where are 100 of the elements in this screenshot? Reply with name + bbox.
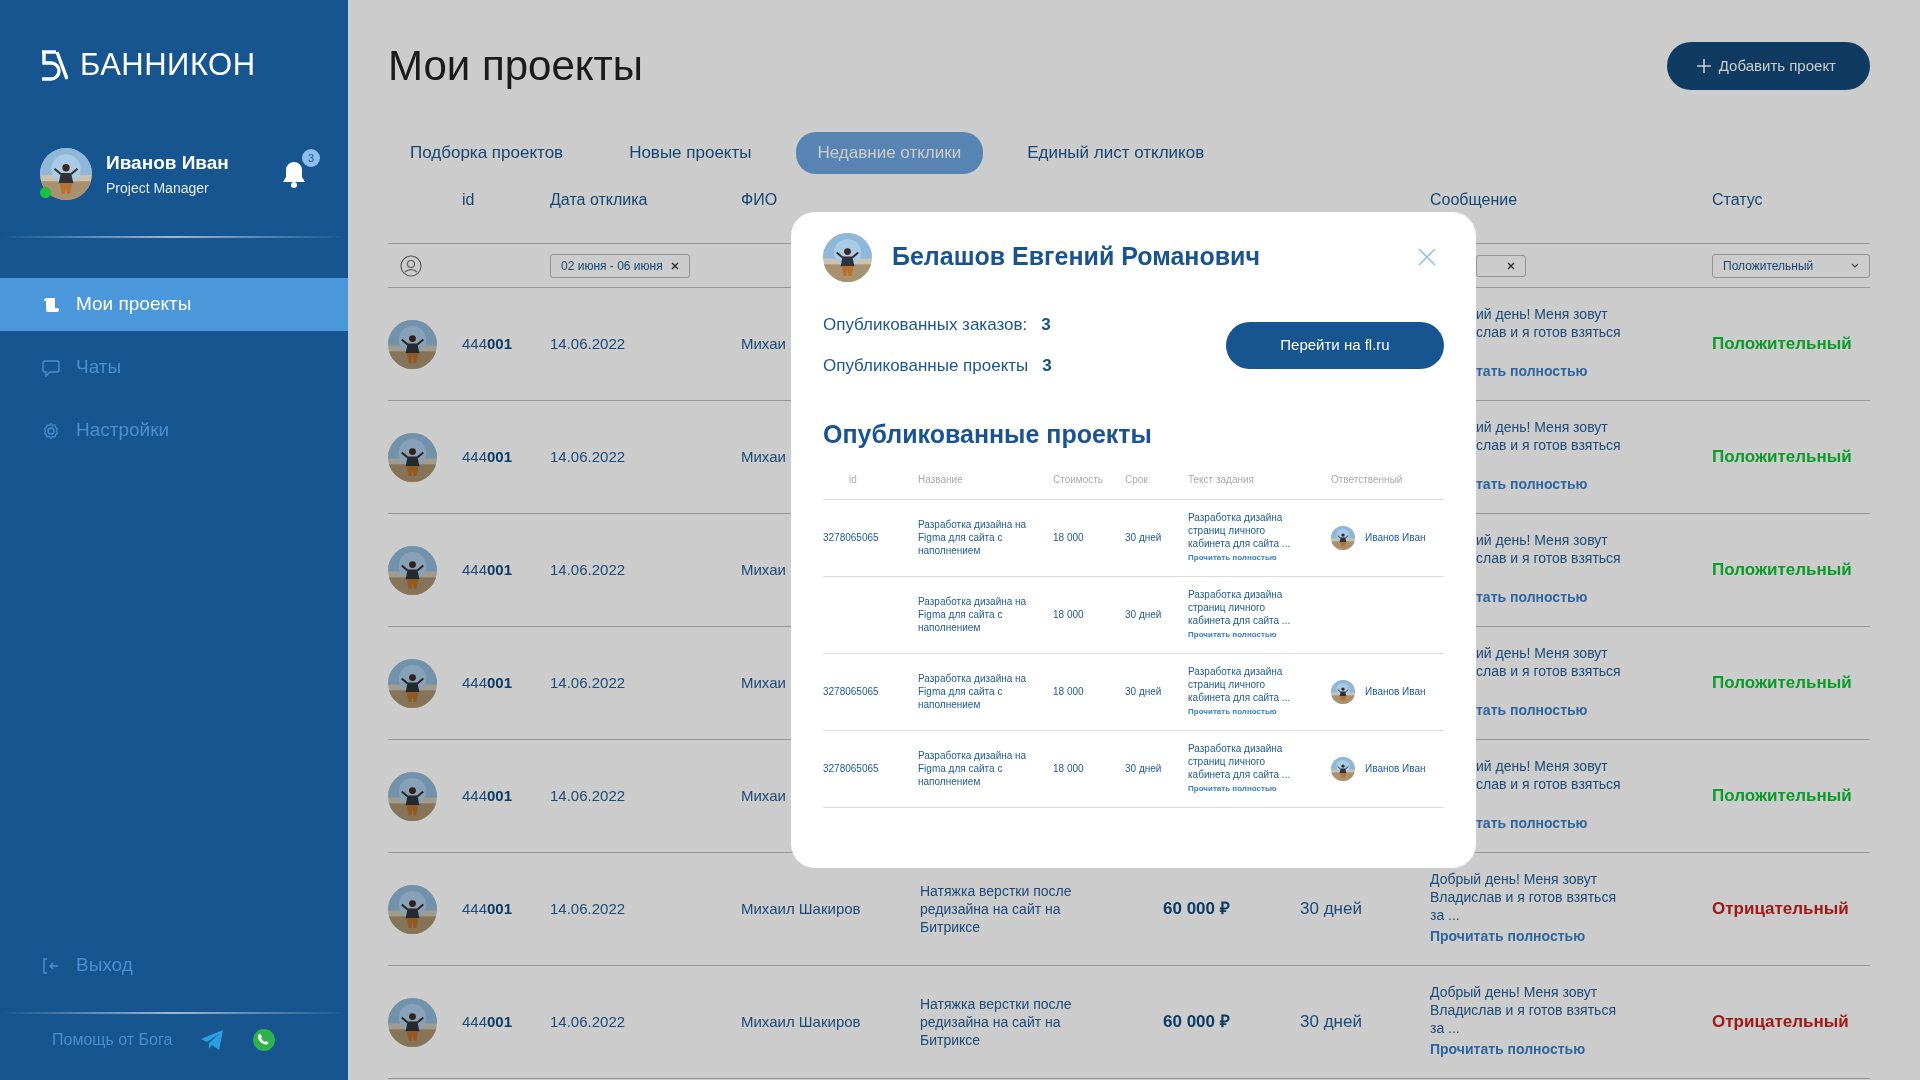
message-text: ий день! Меня зовут слав и я готов взяться	[1476, 644, 1622, 682]
column-header: Текст задания	[1188, 472, 1256, 487]
help-text: Помощь от Бога	[52, 1030, 173, 1050]
date-filter-chip[interactable]: 02 июня - 06 июня	[550, 253, 690, 278]
read-more-link[interactable]: Прочитать полностью	[1188, 784, 1277, 793]
bell-icon	[280, 159, 308, 189]
table-cell-text: Михаи	[741, 446, 786, 467]
task-text: Разработка дизайна страниц личного кабинета для сайта ...	[1188, 588, 1292, 627]
table-cell-text: Натяжка верстки после редизайна на сайт на Битриксе	[920, 882, 1073, 936]
table-cell-text: 30 дней	[1125, 762, 1163, 775]
status-select[interactable]: Положительный	[1712, 253, 1870, 278]
menu-item[interactable]: Настройки	[0, 404, 348, 457]
message-text: ий день! Меня зовут слав и я готов взяться	[1476, 305, 1622, 343]
read-more-link[interactable]: тать полностью	[1476, 587, 1588, 609]
logo-icon	[40, 49, 68, 81]
table-cell-text: 14.06.2022	[550, 333, 626, 354]
message-text: ий день! Меня зовут слав и я готов взяться	[1476, 757, 1622, 795]
read-more-link[interactable]: Прочитать полностью	[1430, 926, 1586, 948]
status-text: Отрицательный	[1712, 898, 1849, 921]
status-text: Положительный	[1712, 446, 1852, 469]
column-header: Дата отклика	[550, 190, 649, 210]
close-icon[interactable]	[1418, 248, 1436, 266]
status-text: Отрицательный	[1712, 1011, 1849, 1034]
table-cell-text: 3278065065	[823, 762, 880, 775]
plus-icon	[1696, 59, 1711, 73]
table-cell-text: 3278065065	[823, 685, 880, 698]
table-cell-text: 30 дней	[1125, 531, 1163, 544]
tab[interactable]: Подборка проектов	[388, 132, 586, 174]
logout-link[interactable]: Выход	[0, 939, 348, 992]
table-cell-text: 14.06.2022	[550, 446, 626, 467]
stat-label: Опубликованных заказов:	[823, 313, 1028, 336]
notification-badge: 3	[302, 149, 320, 167]
whatsapp-icon	[252, 1028, 277, 1052]
table-cell-text: 3278065065	[823, 531, 880, 544]
table-cell-text: 18 000	[1053, 608, 1085, 621]
tab[interactable]: Недавние отклики	[795, 132, 984, 174]
menu-item[interactable]: Мои проекты	[0, 278, 348, 331]
table-cell-text: 60 000 ₽	[1163, 898, 1230, 921]
table-cell-text: 14.06.2022	[550, 672, 626, 693]
add-project-button[interactable]: Добавить проект	[1666, 42, 1870, 90]
chat-icon	[42, 358, 60, 377]
logo-text: БАННИКОН	[80, 45, 256, 84]
table-cell-text: 18 000	[1053, 685, 1085, 698]
logout-icon	[42, 956, 60, 975]
tab[interactable]: Единый лист откликов	[1005, 132, 1227, 174]
table-cell-text: 30 дней	[1125, 685, 1163, 698]
table-cell-text: 18 000	[1053, 531, 1085, 544]
table-cell-text: Михаи	[741, 672, 786, 693]
column-header: Название	[918, 472, 964, 487]
message-text: ий день! Меня зовут слав и я готов взяться	[1476, 531, 1622, 569]
table-cell: Иванов Иван	[1365, 531, 1426, 544]
column-header: id	[462, 190, 476, 210]
table-cell-text: 30 дней	[1300, 898, 1362, 921]
menu-item[interactable]: Чаты	[0, 341, 348, 394]
close-icon	[1507, 261, 1515, 270]
read-more-link[interactable]: тать полностью	[1476, 813, 1588, 835]
status-text: Положительный	[1712, 333, 1852, 356]
table-cell-text: Михаил Шакиров	[741, 1011, 861, 1032]
profile-name: Белашов Евгений Романович	[892, 241, 1260, 273]
column-header: ФИО	[741, 190, 779, 210]
table-cell-text: Михаи	[741, 785, 786, 806]
message-text: Добрый день! Меня зовут Владислав и я готов взяться за ...	[1430, 983, 1617, 1038]
column-header: Срок	[1125, 472, 1149, 487]
table-cell-text: 444001	[462, 672, 513, 693]
read-more-link[interactable]: Прочитать полностью	[1188, 707, 1277, 716]
fl-link-button[interactable]: Перейти на fl.ru	[1226, 321, 1444, 369]
table-cell-text: 444001	[462, 898, 513, 919]
read-more-link[interactable]: Прочитать полностью	[1188, 630, 1277, 639]
table-cell-text: Разработка дизайна на Figma для сайта с наполнением	[918, 749, 1028, 788]
read-more-link[interactable]: Прочитать полностью	[1188, 553, 1277, 562]
column-header: Сообщение	[1430, 190, 1519, 210]
settings-icon	[42, 421, 60, 440]
table-cell-text: Разработка дизайна на Figma для сайта с наполнением	[918, 518, 1028, 557]
message-text: Добрый день! Меня зовут Владислав и я готов взяться за ...	[1430, 870, 1617, 925]
section-title: Опубликованные проекты	[823, 419, 1153, 450]
table-cell-text: 14.06.2022	[550, 898, 626, 919]
status-text: Положительный	[1712, 559, 1852, 582]
telegram-icon	[200, 1029, 225, 1051]
table-cell-text: 30 дней	[1300, 1011, 1362, 1034]
read-more-link[interactable]: тать полностью	[1476, 361, 1588, 383]
table-cell: Иванов Иван	[1365, 685, 1426, 698]
read-more-link[interactable]: тать полностью	[1476, 474, 1588, 496]
table-cell-text: 444001	[462, 446, 513, 467]
table-cell-text: 444001	[462, 333, 513, 354]
task-text: Разработка дизайна страниц личного кабинета для сайта ...	[1188, 742, 1292, 781]
status-text: Положительный	[1712, 672, 1852, 695]
read-more-link[interactable]: Прочитать полностью	[1430, 1039, 1586, 1061]
status-text: Положительный	[1712, 785, 1852, 808]
column-header: Стоимость	[1053, 472, 1105, 487]
table-cell-text: 18 000	[1053, 762, 1085, 775]
page-title: Мои проекты	[388, 40, 644, 91]
tab[interactable]: Новые проекты	[607, 132, 774, 174]
column-header: Ответственный	[1331, 472, 1404, 487]
read-more-link[interactable]: тать полностью	[1476, 700, 1588, 722]
scroll-icon	[42, 295, 60, 314]
user-name: Иванов Иван	[106, 151, 229, 176]
table-cell-text: 444001	[462, 785, 513, 806]
table-cell-text: 30 дней	[1125, 608, 1163, 621]
table-cell-text: 444001	[462, 559, 513, 580]
table-cell-text: Разработка дизайна на Figma для сайта с наполнением	[918, 595, 1028, 634]
